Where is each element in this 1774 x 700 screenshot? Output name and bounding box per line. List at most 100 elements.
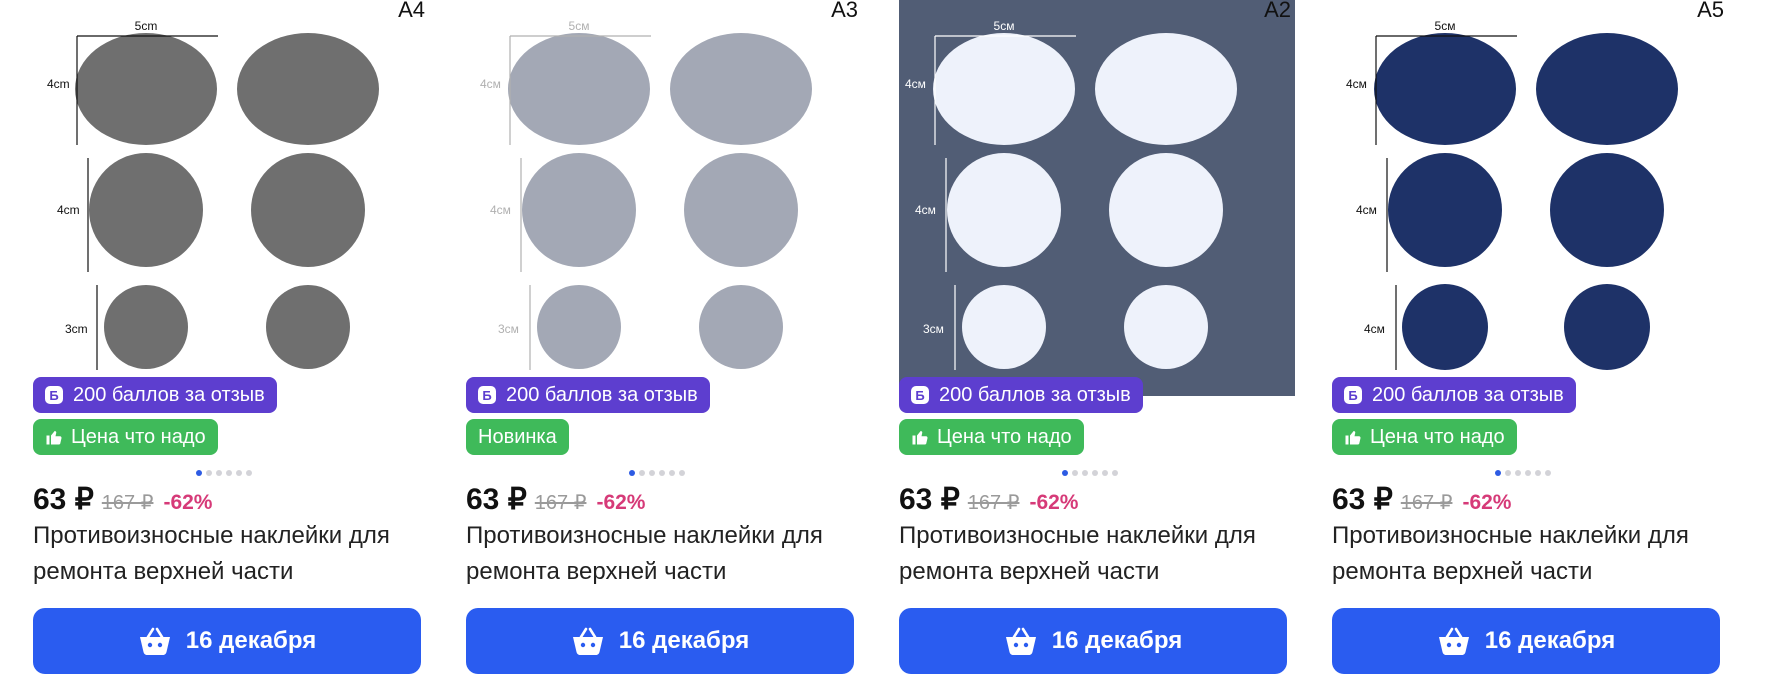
product-tag-badge: Цена что надо [33, 419, 218, 455]
review-points-label: 200 баллов за отзыв [939, 383, 1131, 406]
carousel-dot[interactable] [1525, 470, 1531, 476]
old-price: 167 ₽ [967, 492, 1020, 514]
discount-percent: -62% [596, 491, 646, 514]
current-price: 63 ₽ [466, 483, 527, 516]
carousel-dot[interactable] [649, 470, 655, 476]
carousel-dot[interactable] [236, 470, 242, 476]
product-card[interactable]: 5см 4см 4см 3см A3 Б 200 баллов за отзыв Новинк… [466, 0, 872, 700]
product-image[interactable]: 5см 4см 4см 3см A3 [466, 0, 872, 400]
dimension-label: 4см [490, 203, 511, 217]
discount-percent: -62% [1029, 491, 1079, 514]
product-title[interactable]: Противоизносные наклейки для ремонта вер… [33, 518, 433, 590]
carousel-dot[interactable] [216, 470, 222, 476]
carousel-dot[interactable] [1112, 470, 1118, 476]
price-row: 63 ₽ 167 ₽ -62% [466, 482, 645, 517]
dimension-label: 4см [1364, 322, 1385, 336]
review-points-badge: Б 200 баллов за отзыв [33, 377, 277, 413]
old-price: 167 ₽ [1400, 492, 1453, 514]
carousel-dot[interactable] [679, 470, 685, 476]
basket-icon [1004, 626, 1038, 656]
size-label: A3 [831, 0, 858, 22]
carousel-dot[interactable] [1495, 470, 1501, 476]
price-row: 63 ₽ 167 ₽ -62% [33, 482, 212, 517]
dimension-label: 5cm [135, 19, 158, 33]
dimension-label: 4см [905, 77, 926, 91]
current-price: 63 ₽ [899, 483, 960, 516]
carousel-dot[interactable] [226, 470, 232, 476]
patches-illustration: 5см 4см 4см 3см [480, 19, 812, 370]
product-image[interactable]: 5cm 4cm 4cm 3cm A4 [33, 0, 439, 400]
product-title[interactable]: Противоизносные наклейки для ремонта вер… [1332, 518, 1732, 590]
carousel-dot[interactable] [1102, 470, 1108, 476]
carousel-dot[interactable] [1072, 470, 1078, 476]
product-tag-label: Новинка [478, 425, 557, 448]
dimension-label: 4см [915, 203, 936, 217]
dimension-label: 4см [480, 77, 501, 91]
thumbs-up-icon [911, 428, 929, 446]
dimension-label: 4см [1346, 77, 1367, 91]
patches-illustration: 5см 4см 4см 4см [1346, 19, 1678, 370]
product-tag-badge: Новинка [466, 419, 569, 455]
carousel-dot[interactable] [639, 470, 645, 476]
image-carousel-dots [1062, 470, 1118, 476]
delivery-date-label: 16 декабря [1051, 627, 1183, 654]
product-card[interactable]: 5см 4см 4см 4см A5 Б 200 баллов за отзыв Цена ч… [1332, 0, 1738, 700]
product-tag-badge: Цена что надо [1332, 419, 1517, 455]
dimension-label: 5см [1435, 19, 1456, 33]
review-points-label: 200 баллов за отзыв [73, 383, 265, 406]
delivery-date-label: 16 декабря [1484, 627, 1616, 654]
carousel-dot[interactable] [1505, 470, 1511, 476]
size-label: A4 [398, 0, 425, 22]
carousel-dot[interactable] [206, 470, 212, 476]
review-points-badge: Б 200 баллов за отзыв [466, 377, 710, 413]
add-to-cart-button[interactable]: 16 декабря [33, 608, 421, 674]
carousel-dot[interactable] [659, 470, 665, 476]
basket-icon [138, 626, 172, 656]
points-icon: Б [478, 386, 496, 404]
delivery-date-label: 16 декабря [185, 627, 317, 654]
carousel-dot[interactable] [1062, 470, 1068, 476]
points-icon: Б [911, 386, 929, 404]
old-price: 167 ₽ [101, 492, 154, 514]
carousel-dot[interactable] [1082, 470, 1088, 476]
product-tag-label: Цена что надо [71, 425, 206, 448]
basket-icon [571, 626, 605, 656]
price-row: 63 ₽ 167 ₽ -62% [899, 482, 1078, 517]
product-tag-label: Цена что надо [1370, 425, 1505, 448]
carousel-dot[interactable] [629, 470, 635, 476]
delivery-date-label: 16 декабря [618, 627, 750, 654]
carousel-dot[interactable] [246, 470, 252, 476]
product-title[interactable]: Противоизносные наклейки для ремонта вер… [899, 518, 1299, 590]
product-title[interactable]: Противоизносные наклейки для ремонта вер… [466, 518, 866, 590]
carousel-dot[interactable] [1092, 470, 1098, 476]
dimension-label: 4см [1356, 203, 1377, 217]
thumbs-up-icon [1344, 428, 1362, 446]
add-to-cart-button[interactable]: 16 декабря [899, 608, 1287, 674]
carousel-dot[interactable] [1515, 470, 1521, 476]
add-to-cart-button[interactable]: 16 декабря [1332, 608, 1720, 674]
product-card[interactable]: 5см 4см 4см 3см A2 Б 200 баллов за отзыв Цена ч… [899, 0, 1305, 700]
add-to-cart-button[interactable]: 16 декабря [466, 608, 854, 674]
dimension-label: 3см [498, 322, 519, 336]
dimension-label: 5см [994, 19, 1015, 33]
dimension-label: 4cm [57, 203, 80, 217]
price-row: 63 ₽ 167 ₽ -62% [1332, 482, 1511, 517]
size-label: A2 [1264, 0, 1291, 22]
product-image[interactable]: 5см 4см 4см 3см A2 [899, 0, 1305, 400]
size-label: A5 [1697, 0, 1724, 22]
image-carousel-dots [1495, 470, 1551, 476]
patches-illustration: 5см 4см 4см 3см [899, 0, 1295, 396]
discount-percent: -62% [163, 491, 213, 514]
dimension-label: 5см [569, 19, 590, 33]
product-image[interactable]: 5см 4см 4см 4см A5 [1332, 0, 1738, 400]
current-price: 63 ₽ [33, 483, 94, 516]
carousel-dot[interactable] [1545, 470, 1551, 476]
image-carousel-dots [629, 470, 685, 476]
thumbs-up-icon [45, 428, 63, 446]
patches-illustration: 5cm 4cm 4cm 3cm [47, 19, 379, 370]
carousel-dot[interactable] [669, 470, 675, 476]
review-points-badge: Б 200 баллов за отзыв [1332, 377, 1576, 413]
product-card[interactable]: 5cm 4cm 4cm 3cm A4 Б 200 баллов за отзыв Цена ч… [33, 0, 439, 700]
carousel-dot[interactable] [1535, 470, 1541, 476]
carousel-dot[interactable] [196, 470, 202, 476]
